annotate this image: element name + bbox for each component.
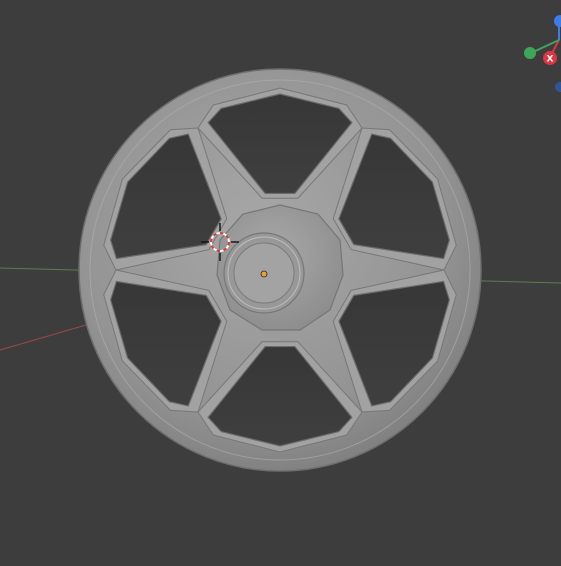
gizmo-y-axis-icon[interactable] <box>524 47 536 59</box>
wheel-rim-model[interactable] <box>78 68 482 472</box>
origin-point-icon <box>260 270 268 278</box>
3d-viewport[interactable]: X <box>0 0 561 566</box>
gizmo-x-label: X <box>547 55 554 65</box>
gizmo-neg-z-axis-icon[interactable] <box>555 82 561 92</box>
gizmo-z-axis-icon[interactable] <box>554 15 561 27</box>
navigation-gizmo[interactable]: X <box>524 15 561 92</box>
